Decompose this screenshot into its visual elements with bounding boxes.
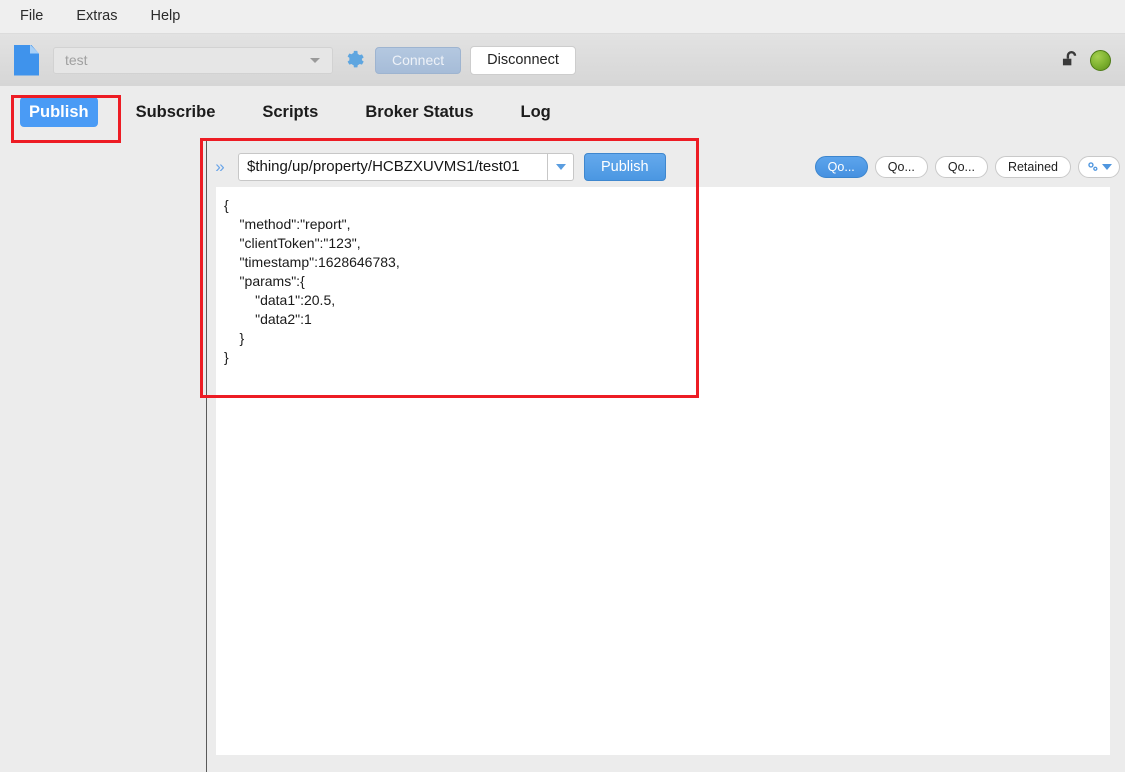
status-indicator-dot <box>1090 50 1111 71</box>
tab-log[interactable]: Log <box>512 97 560 127</box>
publish-toolbar: » $thing/up/property/HCBZXUVMS1/test01 P… <box>210 148 1120 186</box>
document-icon[interactable] <box>14 45 39 76</box>
main-tab-bar: Publish Subscribe Scripts Broker Status … <box>0 86 1125 138</box>
menu-bar: File Extras Help <box>0 0 1125 33</box>
connect-button[interactable]: Connect <box>375 47 461 74</box>
double-chevron-right-icon[interactable]: » <box>210 157 230 177</box>
menu-help[interactable]: Help <box>150 0 180 33</box>
connection-toolbar: test Connect Disconnect <box>0 33 1125 86</box>
document-icon-page <box>14 45 39 76</box>
topic-input[interactable]: $thing/up/property/HCBZXUVMS1/test01 <box>238 153 548 181</box>
qos1-toggle[interactable]: Qo... <box>875 156 928 178</box>
qos2-toggle[interactable]: Qo... <box>935 156 988 178</box>
chevron-down-icon <box>1102 164 1112 170</box>
chevron-down-icon <box>310 58 320 63</box>
retained-toggle[interactable]: Retained <box>995 156 1071 178</box>
disconnect-button[interactable]: Disconnect <box>470 46 576 75</box>
gears-icon <box>1086 160 1100 174</box>
menu-extras[interactable]: Extras <box>76 0 117 33</box>
tab-scripts[interactable]: Scripts <box>253 97 327 127</box>
chevron-down-icon <box>556 164 566 170</box>
qos0-toggle[interactable]: Qo... <box>815 156 868 178</box>
tab-broker-status[interactable]: Broker Status <box>356 97 482 127</box>
connection-profile-value: test <box>54 52 310 68</box>
publish-options-group: Qo... Qo... Qo... Retained <box>815 156 1120 178</box>
panel-splitter[interactable] <box>206 138 207 772</box>
topic-history-dropdown[interactable] <box>548 153 574 181</box>
unlocked-padlock-icon <box>1060 49 1082 71</box>
connection-status-area <box>1060 49 1111 71</box>
payload-text[interactable]: { "method":"report", "clientToken":"123"… <box>216 187 1110 367</box>
tab-subscribe[interactable]: Subscribe <box>127 97 225 127</box>
connection-profile-select[interactable]: test <box>53 47 333 74</box>
tab-publish[interactable]: Publish <box>20 97 98 127</box>
menu-file[interactable]: File <box>20 0 43 33</box>
advanced-options-button[interactable] <box>1078 156 1120 178</box>
gear-icon[interactable] <box>343 49 365 71</box>
payload-editor-panel[interactable]: { "method":"report", "clientToken":"123"… <box>216 187 1110 755</box>
publish-button[interactable]: Publish <box>584 153 666 181</box>
